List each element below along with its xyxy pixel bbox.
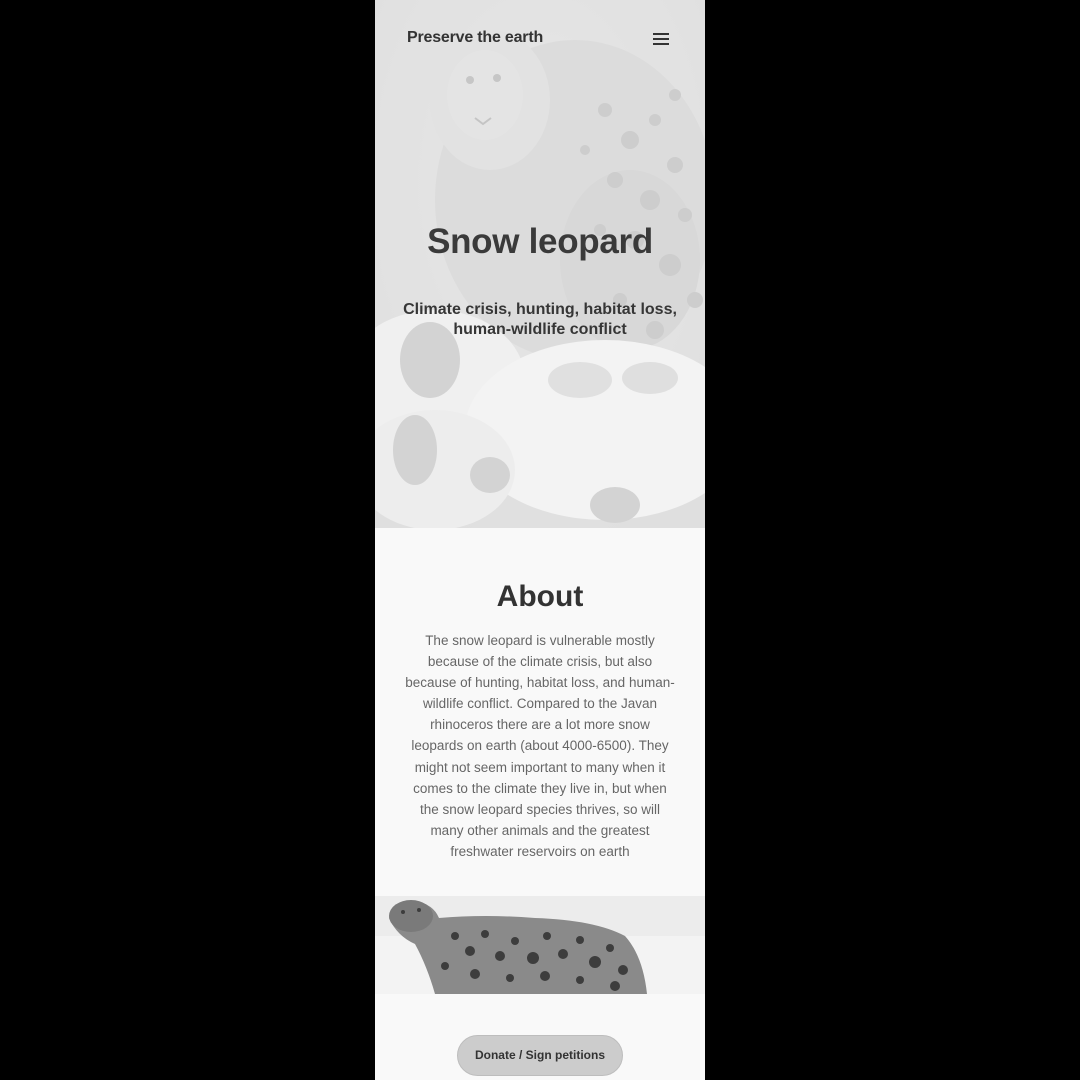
hero-subtitle: Climate crisis, hunting, habitat loss, h…: [403, 301, 677, 338]
cta-section: Donate / Sign petitions: [375, 994, 705, 1080]
menu-icon-line: [653, 38, 669, 40]
hero-title: Snow leopard: [427, 222, 653, 261]
snow-leopard-photo: [375, 896, 705, 994]
about-paragraph: The snow leopard is vulnerable mostly be…: [405, 633, 675, 859]
hamburger-menu-icon[interactable]: [651, 30, 671, 48]
mobile-page: Preserve the earth Snow leopard Climate …: [375, 0, 705, 1080]
hero-overlay: [375, 0, 705, 528]
about-section: About The snow leopard is vulnerable mos…: [375, 528, 705, 896]
menu-icon-line: [653, 33, 669, 35]
top-navigation-bar: Preserve the earth: [375, 0, 705, 78]
about-heading: About: [496, 580, 584, 613]
hero-section: Preserve the earth Snow leopard Climate …: [375, 0, 705, 528]
donate-sign-petitions-button[interactable]: Donate / Sign petitions: [457, 1035, 623, 1076]
site-brand[interactable]: Preserve the earth: [407, 29, 543, 47]
menu-icon-line: [653, 43, 669, 45]
